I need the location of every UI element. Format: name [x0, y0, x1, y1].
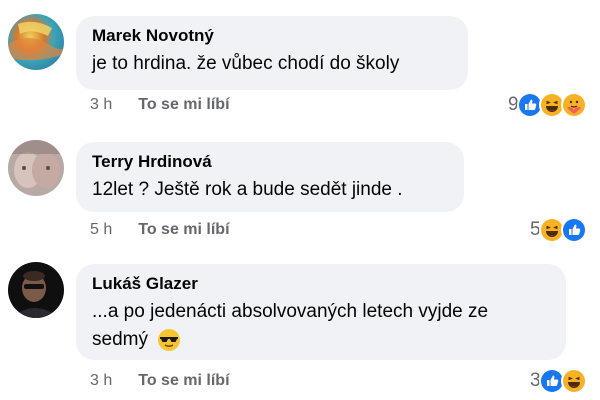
comment-bubble: Lukáš Glazer ...a po jedenácti absolvova…: [76, 264, 566, 360]
avatar[interactable]: [8, 262, 64, 318]
reaction-summary[interactable]: 5: [530, 217, 587, 243]
avatar[interactable]: [8, 140, 64, 196]
care-icon: [560, 92, 587, 118]
like-button[interactable]: To se mi líbí: [138, 96, 229, 114]
comment-time[interactable]: 3 h: [90, 96, 112, 114]
comment-text: je to hrdina. že vůbec chodí do školy: [92, 53, 400, 74]
comment-meta: 3 h To se mi líbí: [90, 96, 230, 114]
comment-text: ...a po jedenácti absolvovaných letech v…: [92, 298, 550, 354]
comment-text-line: sedmý: [92, 329, 148, 350]
comment-meta: 3 h To se mi líbí: [90, 372, 230, 390]
comment-time[interactable]: 3 h: [90, 372, 112, 390]
comment-time[interactable]: 5 h: [90, 221, 112, 239]
comment-author[interactable]: Marek Novotný: [92, 26, 452, 46]
comment-bubble: Marek Novotný je to hrdina. že vůbec cho…: [76, 16, 468, 90]
comment-text-line: ...a po jedenácti absolvovaných letech v…: [92, 301, 489, 322]
comment-text: 12let ? Ještě rok a bude sedět jinde .: [92, 179, 403, 200]
comment-author[interactable]: Terry Hrdinová: [92, 152, 448, 172]
avatar[interactable]: [8, 14, 64, 70]
comment-meta: 5 h To se mi líbí: [90, 221, 230, 239]
like-button[interactable]: To se mi líbí: [138, 372, 229, 390]
like-icon: [560, 217, 587, 243]
comment-bubble: Terry Hrdinová 12let ? Ještě rok a bude …: [76, 142, 464, 212]
comment-author[interactable]: Lukáš Glazer: [92, 274, 550, 294]
haha-icon: [560, 368, 587, 394]
like-button[interactable]: To se mi líbí: [138, 221, 229, 239]
reaction-summary[interactable]: 3: [530, 368, 587, 394]
cool-sunglasses-emoji: [157, 328, 181, 352]
reaction-summary[interactable]: 9: [508, 92, 587, 118]
